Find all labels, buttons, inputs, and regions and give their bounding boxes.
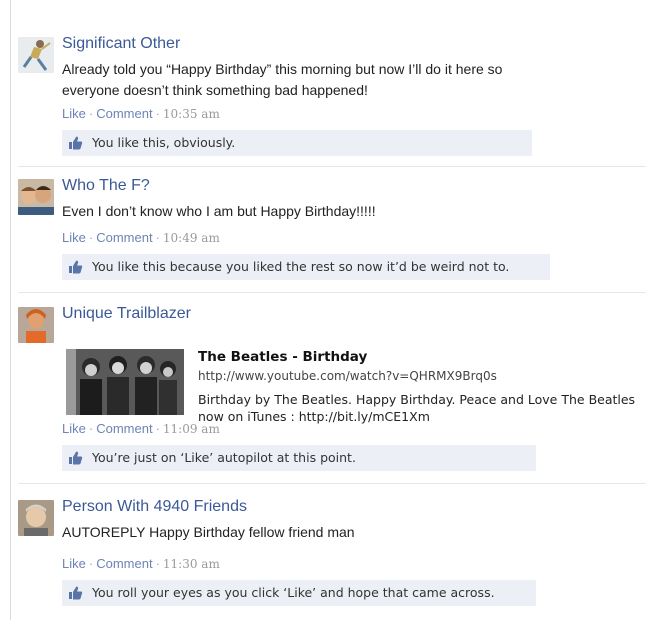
post-divider [18,292,646,293]
post-actions: Like · Comment · 10:49 am [62,230,220,245]
avatar[interactable] [18,307,54,343]
post-message: Even I don’t know who I am but Happy Bir… [62,203,376,219]
post-message: AUTOREPLY Happy Birthday fellow friend m… [62,524,355,540]
shared-link-title[interactable]: The Beatles - Birthday [198,349,367,365]
video-thumbnail[interactable] [66,349,184,415]
comment-link[interactable]: Comment [96,556,152,571]
avatar[interactable] [18,37,54,73]
comment-link[interactable]: Comment [96,106,152,121]
wall-post: Significant Other Already told you “Happ… [18,35,646,165]
timestamp[interactable]: 11:09 am [163,422,220,436]
comment-link[interactable]: Comment [96,421,152,436]
thumbs-up-icon[interactable] [68,586,83,600]
like-link[interactable]: Like [62,106,86,121]
post-message: Already told you “Happy Birthday” this m… [62,61,503,98]
like-summary: You roll your eyes as you click ‘Like’ a… [62,580,536,606]
like-summary-text: You roll your eyes as you click ‘Like’ a… [92,585,495,600]
post-actions: Like · Comment · 11:30 am [62,556,220,571]
shared-link-description: Birthday by The Beatles. Happy Birthday.… [198,392,636,424]
comment-link[interactable]: Comment [96,230,152,245]
like-summary-text: You like this because you liked the rest… [92,259,510,274]
like-summary: You like this because you liked the rest… [62,254,550,280]
like-link[interactable]: Like [62,230,86,245]
like-summary: You like this, obviously. [62,130,532,156]
author-name[interactable]: Who The F? [62,177,150,195]
timestamp[interactable]: 10:35 am [163,107,220,121]
timestamp[interactable]: 11:30 am [163,557,220,571]
post-actions: Like · Comment · 10:35 am [62,106,220,121]
like-summary-text: You’re just on ‘Like’ autopilot at this … [92,450,356,465]
avatar[interactable] [18,500,54,536]
thumbs-up-icon[interactable] [68,136,83,150]
thumbs-up-icon[interactable] [68,260,83,274]
author-name[interactable]: Unique Trailblazer [62,305,191,323]
wall-post: Unique Trailblazer The Beatles - Birthda… [18,305,646,475]
like-link[interactable]: Like [62,556,86,571]
like-summary-text: You like this, obviously. [92,135,236,150]
feed-left-border [10,0,11,620]
like-link[interactable]: Like [62,421,86,436]
shared-link-url[interactable]: http://www.youtube.com/watch?v=QHRMX9Brq… [198,369,497,383]
like-summary: You’re just on ‘Like’ autopilot at this … [62,445,536,471]
post-divider [18,483,646,484]
author-name[interactable]: Significant Other [62,35,180,53]
timestamp[interactable]: 10:49 am [163,231,220,245]
wall-post: Person With 4940 Friends AUTOREPLY Happy… [18,498,646,613]
post-divider [18,166,646,167]
post-actions: Like · Comment · 11:09 am [62,421,220,436]
author-name[interactable]: Person With 4940 Friends [62,498,247,516]
thumbs-up-icon[interactable] [68,451,83,465]
avatar[interactable] [18,179,54,215]
wall-post: Who The F? Even I don’t know who I am bu… [18,177,646,287]
